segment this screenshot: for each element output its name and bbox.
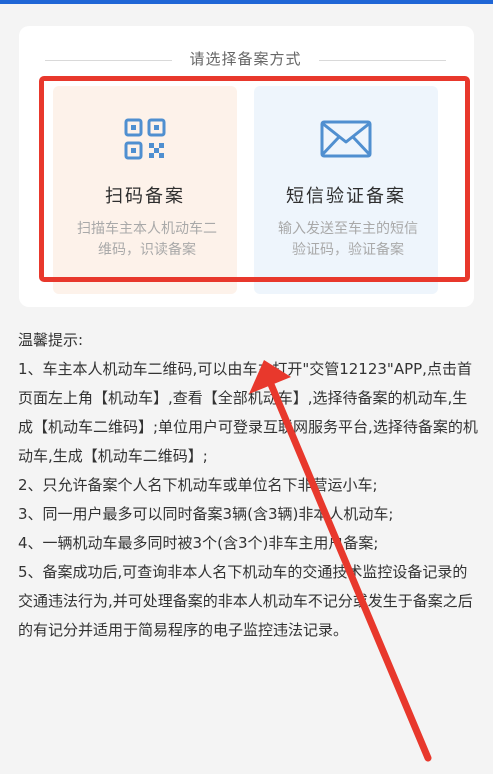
annotation-arrow [249, 360, 432, 762]
